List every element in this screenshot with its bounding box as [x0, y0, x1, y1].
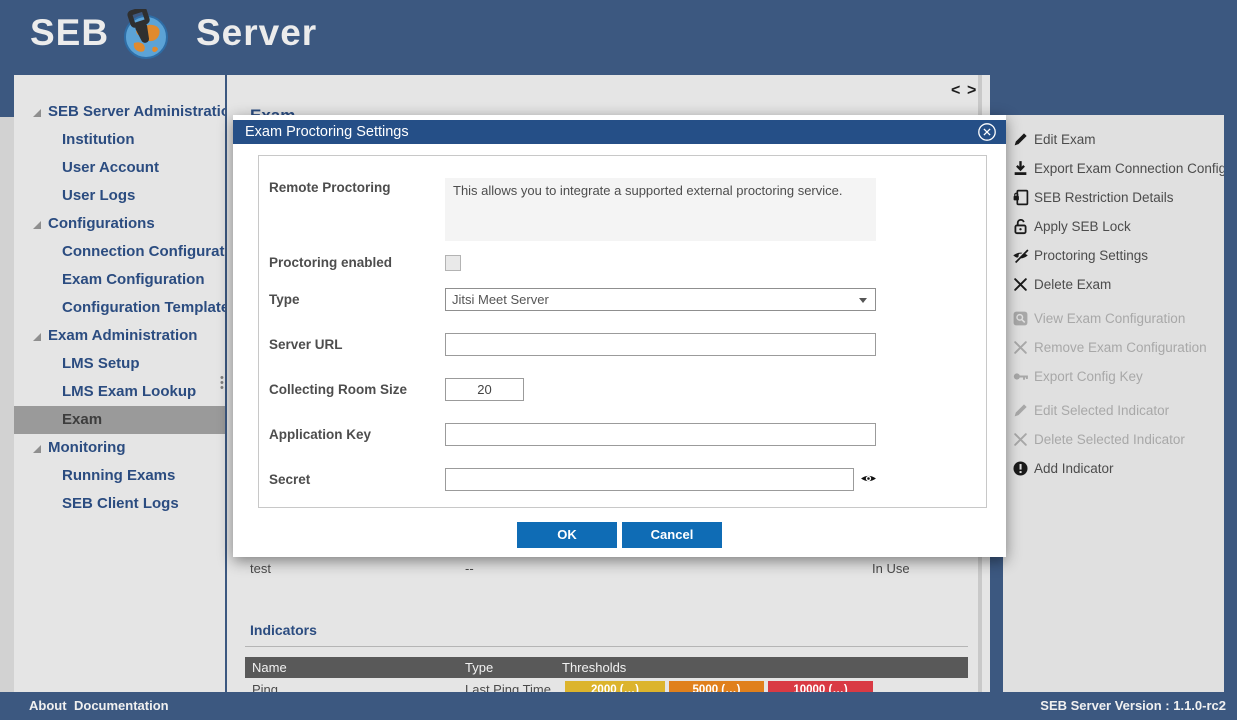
sidebar-item-lms-setup[interactable]: LMS Setup — [14, 350, 225, 378]
action-delete-selected-indicator: Delete Selected Indicator — [1003, 425, 1224, 454]
action-edit-exam[interactable]: Edit Exam — [1003, 125, 1224, 154]
document-lock-icon — [1012, 189, 1029, 206]
dialog-titlebar: Exam Proctoring Settings — [233, 120, 1006, 144]
config-name-cell: test — [250, 561, 271, 576]
action-seb-restriction-details[interactable]: SEB Restriction Details — [1003, 183, 1224, 212]
action-export-exam-connection-configuration[interactable]: Export Exam Connection Configura — [1003, 154, 1224, 183]
server-url-input[interactable] — [445, 333, 876, 356]
tree-collapse-icon[interactable] — [33, 445, 41, 453]
cancel-button[interactable]: Cancel — [622, 522, 722, 548]
action-export-config-key: Export Config Key — [1003, 362, 1224, 391]
brand-seb: SEB — [30, 12, 109, 54]
sidebar-item-seb-client-logs[interactable]: SEB Client Logs — [14, 490, 225, 518]
sidebar-item-connection-configuration[interactable]: Connection Configuration — [14, 238, 225, 266]
sidebar-item-configurations[interactable]: Configurations — [14, 210, 225, 238]
collecting-room-size-label: Collecting Room Size — [269, 382, 407, 397]
secret-label: Secret — [269, 472, 310, 487]
column-header-type[interactable]: Type — [465, 657, 493, 678]
panel-expand-right-icon[interactable]: > — [967, 82, 976, 100]
exam-config-table-row[interactable]: test -- In Use — [227, 561, 975, 581]
magnifier-square-icon — [1012, 310, 1029, 327]
tree-collapse-icon[interactable] — [33, 109, 41, 117]
padlock-open-icon — [1012, 218, 1029, 235]
tree-collapse-icon[interactable] — [33, 333, 41, 341]
sidebar-item-lms-exam-lookup[interactable]: LMS Exam Lookup — [14, 378, 225, 406]
type-label: Type — [269, 292, 300, 307]
x-icon — [1012, 276, 1029, 293]
sidebar-item-running-exams[interactable]: Running Exams — [14, 462, 225, 490]
indicators-section-title: Indicators — [250, 622, 317, 638]
close-icon[interactable] — [977, 122, 997, 142]
column-header-name[interactable]: Name — [252, 657, 287, 678]
sidebar-item-monitoring[interactable]: Monitoring — [14, 434, 225, 462]
indicators-divider — [245, 646, 968, 647]
server-url-label: Server URL — [269, 337, 343, 352]
action-view-exam-configuration: View Exam Configuration — [1003, 304, 1224, 333]
eye-slash-icon — [1012, 247, 1029, 264]
x-icon — [1012, 431, 1029, 448]
sidebar-item-exam[interactable]: Exam — [14, 406, 225, 434]
action-apply-seb-lock[interactable]: Apply SEB Lock — [1003, 212, 1224, 241]
eye-icon[interactable] — [860, 470, 877, 487]
exam-proctoring-settings-dialog: Exam Proctoring Settings Remote Proctori… — [233, 115, 1006, 557]
sidebar-item-user-logs[interactable]: User Logs — [14, 182, 225, 210]
app-header: SEB Server — [0, 0, 1237, 70]
action-delete-exam[interactable]: Delete Exam — [1003, 270, 1224, 299]
sidebar-item-exam-administration[interactable]: Exam Administration — [14, 322, 225, 350]
indicators-table-header: Name Type Thresholds — [245, 657, 968, 678]
application-key-input[interactable] — [445, 423, 876, 446]
seb-globe-lock-logo — [120, 9, 172, 61]
left-edge-strip — [0, 117, 14, 692]
pencil-icon — [1012, 131, 1029, 148]
dialog-title: Exam Proctoring Settings — [245, 120, 409, 144]
proctoring-enabled-label: Proctoring enabled — [269, 255, 392, 270]
action-add-indicator[interactable]: Add Indicator — [1003, 454, 1224, 483]
sidebar-item-user-account[interactable]: User Account — [14, 154, 225, 182]
config-description-cell: -- — [465, 561, 474, 576]
application-key-label: Application Key — [269, 427, 371, 442]
action-edit-selected-indicator: Edit Selected Indicator — [1003, 396, 1224, 425]
proctoring-enabled-checkbox[interactable] — [445, 255, 461, 271]
sidebar-nav: SEB Server Administration Institution Us… — [14, 75, 225, 692]
action-remove-exam-configuration: Remove Exam Configuration — [1003, 333, 1224, 362]
chevron-down-icon — [859, 298, 867, 303]
brand-server: Server — [196, 12, 317, 54]
sidebar-item-seb-server-administration[interactable]: SEB Server Administration — [14, 98, 225, 126]
sidebar-item-institution[interactable]: Institution — [14, 126, 225, 154]
sidebar-item-configuration-template[interactable]: Configuration Template — [14, 294, 225, 322]
column-header-thresholds[interactable]: Thresholds — [562, 657, 626, 678]
documentation-link[interactable]: Documentation — [74, 692, 169, 720]
type-select[interactable]: Jitsi Meet Server — [445, 288, 876, 311]
action-proctoring-settings[interactable]: Proctoring Settings — [1003, 241, 1224, 270]
proctoring-form: Remote Proctoring This allows you to int… — [258, 155, 987, 508]
exclamation-circle-icon — [1012, 460, 1029, 477]
tree-collapse-icon[interactable] — [33, 221, 41, 229]
key-icon — [1012, 368, 1029, 385]
ok-button[interactable]: OK — [517, 522, 617, 548]
sidebar-item-exam-configuration[interactable]: Exam Configuration — [14, 266, 225, 294]
pencil-icon — [1012, 402, 1029, 419]
config-status-cell: In Use — [872, 561, 910, 576]
panel-collapse-left-icon[interactable]: < — [951, 82, 960, 100]
secret-input[interactable] — [445, 468, 854, 491]
action-panel: Edit Exam Export Exam Connection Configu… — [1003, 115, 1224, 692]
sidebar-resize-handle[interactable]: ••• — [220, 376, 224, 391]
version-label: SEB Server Version : 1.1.0-rc2 — [1040, 692, 1226, 720]
remote-proctoring-description: This allows you to integrate a supported… — [445, 178, 876, 241]
download-icon — [1012, 160, 1029, 177]
x-icon — [1012, 339, 1029, 356]
app-footer: About Documentation SEB Server Version :… — [0, 692, 1237, 720]
about-link[interactable]: About — [29, 692, 67, 720]
remote-proctoring-label: Remote Proctoring — [269, 180, 391, 195]
collecting-room-size-input[interactable] — [445, 378, 524, 401]
